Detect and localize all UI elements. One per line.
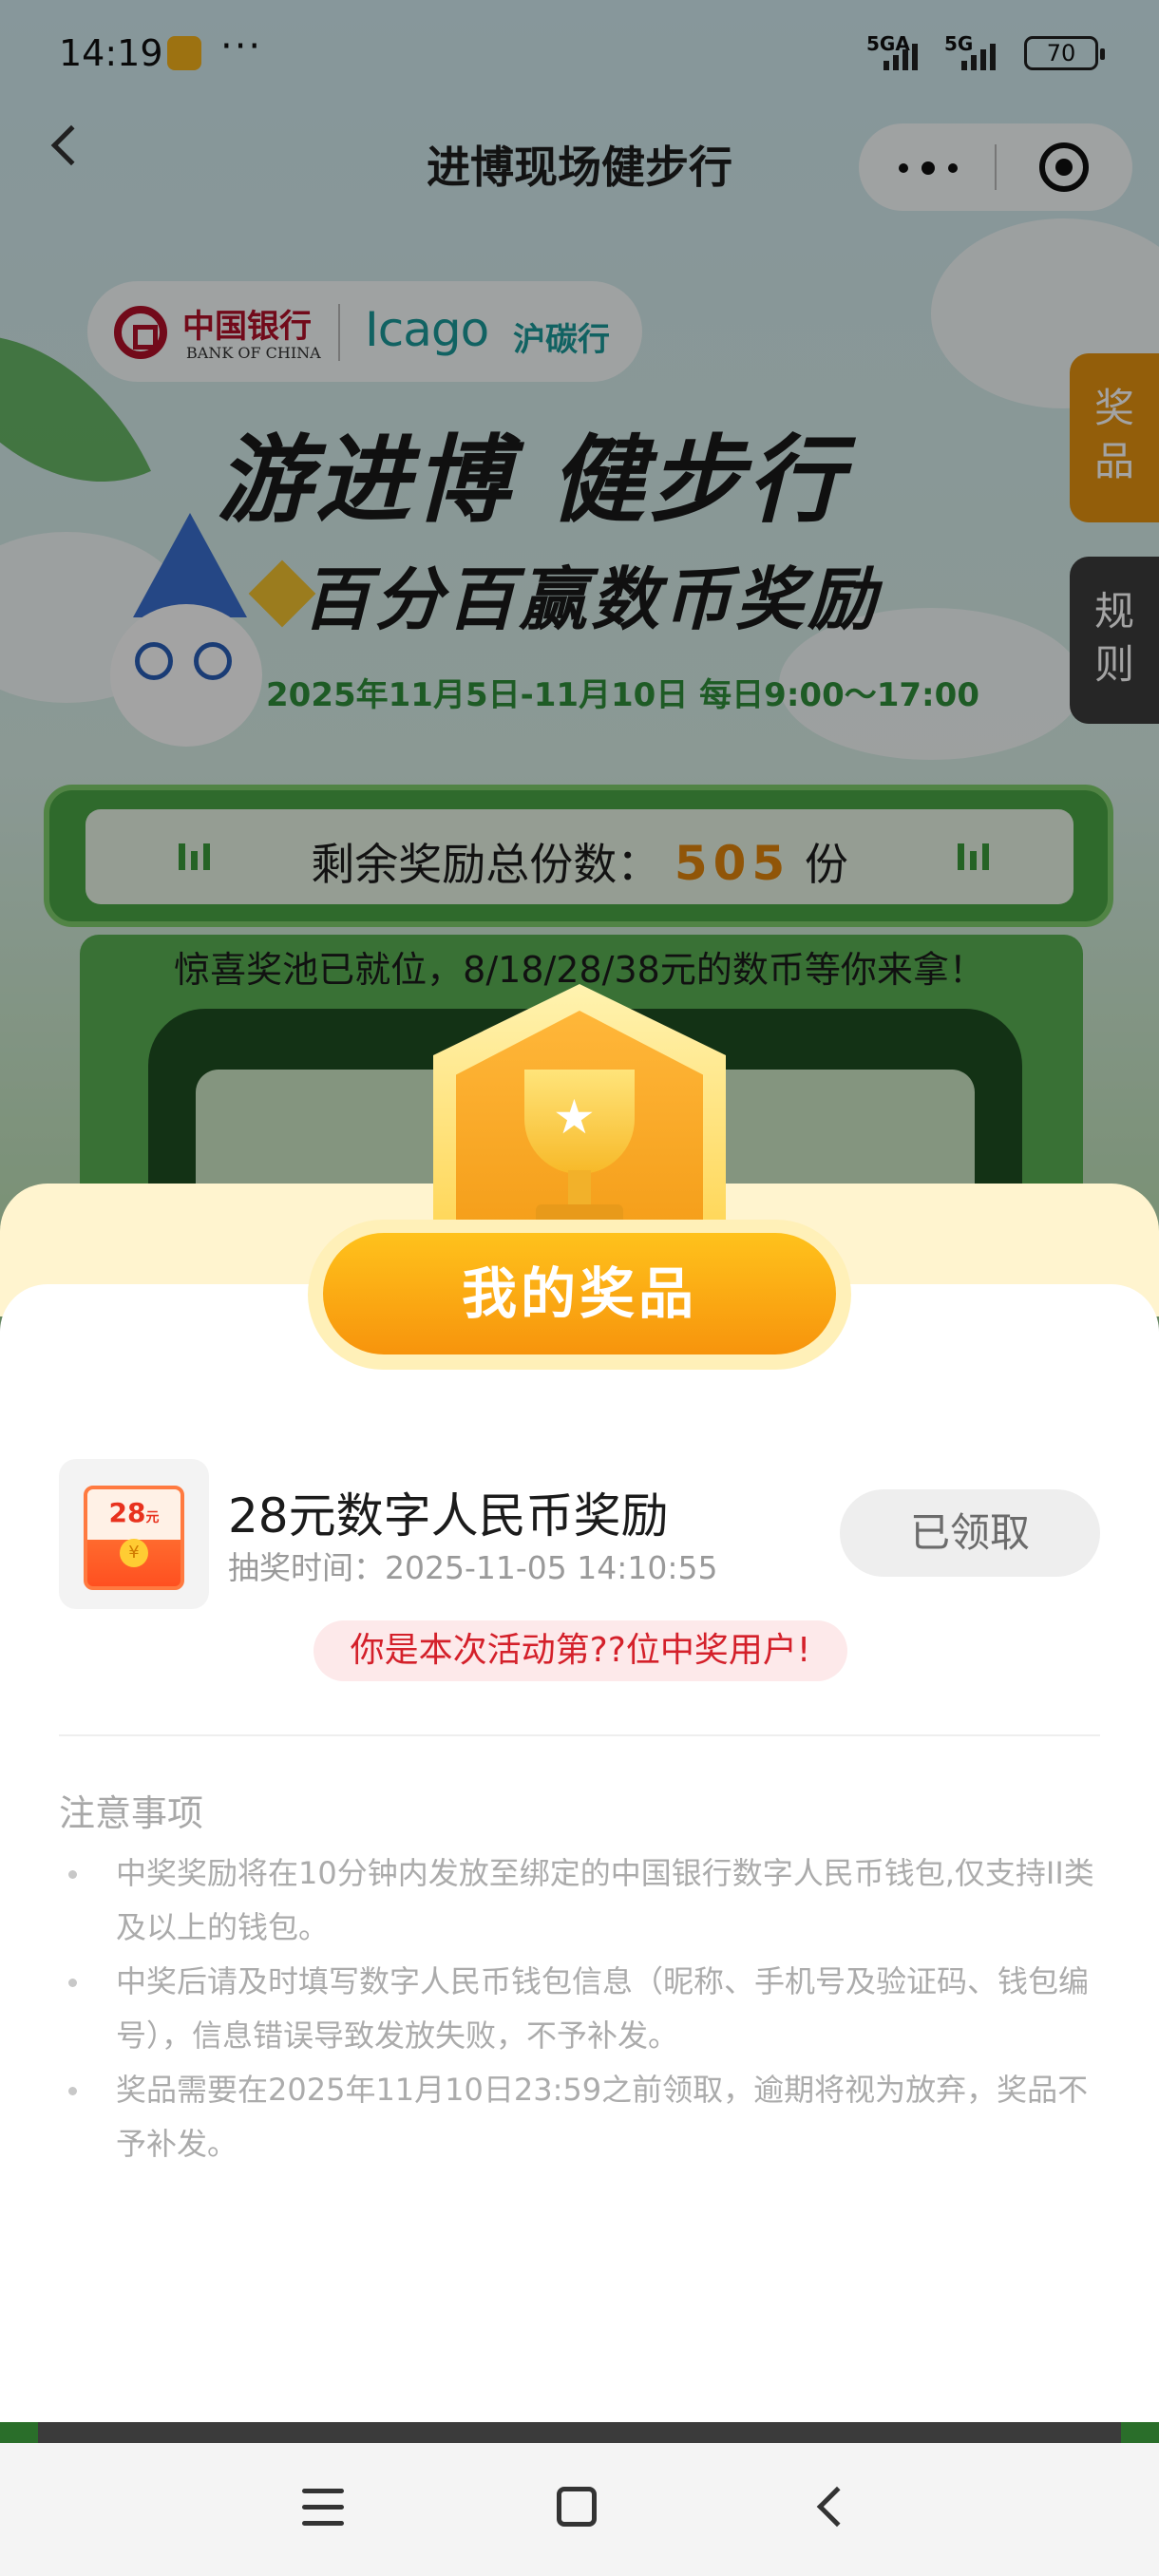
note-item: 中奖后请及时填写数字人民币钱包信息（昵称、手机号及验证码、钱包编号），信息错误导… (59, 1955, 1100, 2063)
draw-time: 抽奖时间：2025-11-05 14:10:55 (228, 1543, 717, 1588)
winner-rank-tag: 你是本次活动第??位中奖用户! (314, 1620, 847, 1681)
envelope-amount-value: 28 (108, 1497, 146, 1528)
system-nav-bar (0, 2443, 1159, 2576)
page-bottom-strip (0, 2422, 1159, 2443)
envelope-amount: 28元 (87, 1497, 180, 1528)
prize-title: 28元数字人民币奖励 (228, 1488, 669, 1544)
menu-icon[interactable] (302, 2489, 344, 2527)
draw-time-value: 2025-11-05 14:10:55 (385, 1549, 718, 1586)
note-item: 奖品需要在2025年11月10日23:59之前领取，逾期将视为放弃，奖品不予补发… (59, 2063, 1100, 2171)
red-envelope-icon: 28元 ¥ (84, 1486, 184, 1590)
envelope-amount-unit: 元 (145, 1510, 160, 1525)
nav-back-icon[interactable] (816, 2486, 858, 2528)
prize-item: 28元 ¥ 28元数字人民币奖励 抽奖时间：2025-11-05 14:10:5… (59, 1459, 1100, 1611)
section-divider (59, 1734, 1100, 1736)
coin-icon: ¥ (120, 1539, 148, 1567)
claimed-button[interactable]: 已领取 (840, 1489, 1100, 1577)
home-icon[interactable] (557, 2487, 597, 2527)
notes-title: 注意事项 (59, 1792, 204, 1834)
notes-list: 中奖奖励将在10分钟内发放至绑定的中国银行数字人民币钱包,仅支持II类及以上的钱… (59, 1847, 1100, 2171)
my-prizes-title: 我的奖品 (308, 1220, 851, 1370)
my-prizes-title-label: 我的奖品 (323, 1233, 836, 1354)
draw-time-label: 抽奖时间： (228, 1549, 385, 1586)
note-item: 中奖奖励将在10分钟内发放至绑定的中国银行数字人民币钱包,仅支持II类及以上的钱… (59, 1847, 1100, 1955)
prize-thumbnail: 28元 ¥ (59, 1459, 209, 1609)
